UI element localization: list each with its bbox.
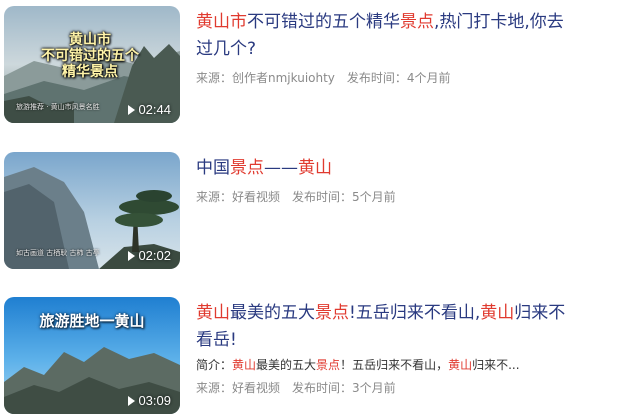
title-text: ——: [264, 158, 298, 178]
play-icon: [128, 395, 136, 406]
overlay-line: 精华景点: [62, 64, 118, 81]
video-meta: 来源：创作者nmjkuiohty 发布时间：4个月前: [196, 69, 576, 86]
video-thumbnail[interactable]: 黄山市 不可错过的五个 精华景点 旅游推荐 · 黄山市风景名胜 02:44: [4, 6, 180, 123]
publish-time: 发布时间：4个月前: [346, 71, 451, 85]
desc-highlight: 黄山: [232, 358, 257, 372]
publish-time: 发布时间：3个月前: [292, 381, 396, 395]
video-description: 简介：黄山最美的五大景点！五岳归来不看山，黄山归来不...: [196, 356, 576, 373]
video-title[interactable]: 黄山市不可错过的五个精华景点,热门打卡地,你去过几个?: [196, 9, 566, 63]
title-highlight: 景点: [400, 12, 434, 32]
title-highlight: 黄山市: [196, 12, 247, 32]
title-text: 最美的五大: [230, 303, 315, 323]
desc-highlight: 黄山: [448, 358, 473, 372]
play-icon: [128, 104, 136, 115]
thumbnail-overlay-title: 黄山市 不可错过的五个 精华景点: [30, 32, 150, 80]
thumbnail-caption: 旅游推荐 · 黄山市风景名胜: [16, 103, 100, 111]
thumbnail-overlay-title: 旅游胜地一黄山: [39, 312, 145, 330]
duration-text: 02:44: [138, 102, 171, 117]
play-icon: [128, 250, 136, 261]
video-title[interactable]: 黄山最美的五大景点!五岳归来不看山,黄山归来不看岳!: [196, 300, 571, 354]
desc-text: 简介：: [196, 358, 233, 372]
video-meta: 来源：好看视频 发布时间：5个月前: [196, 188, 576, 205]
video-title[interactable]: 中国景点——黄山: [196, 155, 576, 182]
video-thumbnail[interactable]: 旅游胜地一黄山 03:09: [4, 297, 180, 414]
title-text: 中国: [196, 158, 230, 178]
video-meta: 来源：好看视频 发布时间：3个月前: [196, 379, 576, 396]
video-duration: 02:02: [128, 248, 171, 263]
desc-highlight: 景点: [316, 358, 341, 372]
desc-text: 归来不...: [472, 358, 520, 372]
duration-text: 02:02: [138, 248, 171, 263]
video-info: 黄山最美的五大景点!五岳归来不看山,黄山归来不看岳! 简介：黄山最美的五大景点！…: [196, 300, 576, 396]
title-highlight: 黄山: [480, 303, 515, 323]
video-source: 来源：好看视频: [196, 381, 281, 395]
video-source: 来源：好看视频: [196, 190, 281, 204]
desc-text: ！五岳归来不看山，: [340, 358, 449, 372]
video-info: 黄山市不可错过的五个精华景点,热门打卡地,你去过几个? 来源：创作者nmjkui…: [196, 9, 576, 86]
publish-time: 发布时间：5个月前: [292, 190, 396, 204]
video-duration: 03:09: [128, 393, 171, 408]
title-highlight: 景点: [315, 303, 349, 323]
title-text: !五岳归来不看山,: [349, 303, 481, 323]
title-highlight: 黄山: [298, 158, 332, 178]
overlay-line: 黄山市: [69, 32, 111, 48]
video-duration: 02:44: [128, 102, 171, 117]
title-text: 不可错过的五个精华: [247, 12, 400, 32]
video-info: 中国景点——黄山 来源：好看视频 发布时间：5个月前: [196, 155, 576, 205]
overlay-line: 不可错过的五个: [41, 48, 139, 65]
title-highlight: 景点: [230, 158, 264, 178]
title-highlight: 黄山: [196, 303, 230, 323]
video-source: 来源：创作者nmjkuiohty: [196, 71, 335, 85]
duration-text: 03:09: [138, 393, 171, 408]
desc-text: 最美的五大: [256, 358, 317, 372]
thumbnail-caption: 如古画道 古栖耿 古柿 古亭: [16, 249, 100, 257]
video-thumbnail[interactable]: 如古画道 古栖耿 古柿 古亭 02:02: [4, 152, 180, 269]
